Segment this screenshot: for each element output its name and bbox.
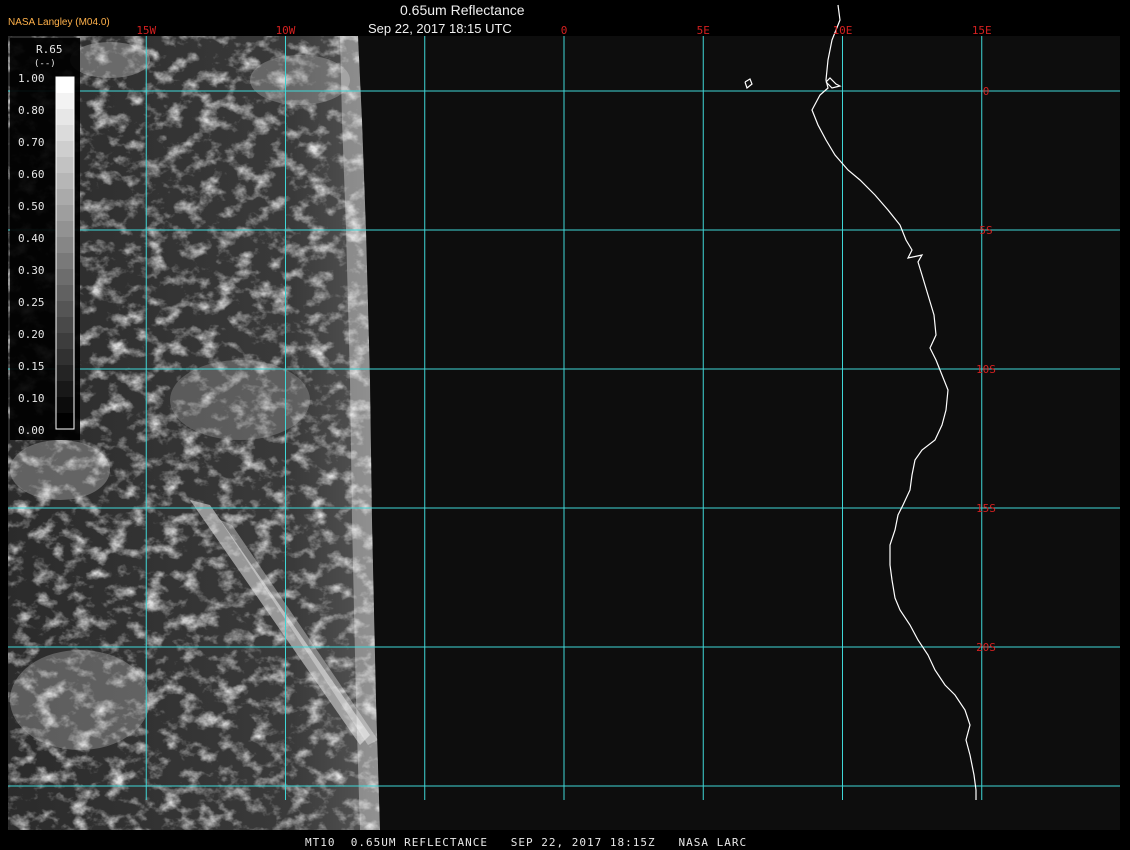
latitude-label: 15S xyxy=(976,502,996,515)
legend-swatch xyxy=(56,365,74,382)
legend-units: (--) xyxy=(34,59,56,69)
longitude-label: 10W xyxy=(276,24,296,37)
latitude-label: 0 xyxy=(983,85,990,98)
legend-swatch xyxy=(56,189,74,206)
latitude-label: 20S xyxy=(976,641,996,654)
legend-swatch xyxy=(56,221,74,238)
agency-label: NASA Langley (M04.0) xyxy=(8,17,110,28)
legend-swatch xyxy=(56,253,74,270)
legend-swatch xyxy=(56,205,74,222)
legend-swatch xyxy=(56,317,74,334)
legend-swatch xyxy=(56,141,74,158)
reflectance-legend: R.65 (--) 1.00 0.80 0.70 0.60 0.50 0.40 0.30 0.… xyxy=(10,38,80,440)
legend-tick-label: 0.60 xyxy=(18,168,45,181)
legend-swatch xyxy=(56,413,74,430)
latitude-label: 10S xyxy=(976,363,996,376)
observation-time: Sep 22, 2017 18:15 UTC xyxy=(368,21,512,36)
legend-swatch xyxy=(56,125,74,142)
legend-color-bar xyxy=(55,76,75,430)
legend-swatch xyxy=(56,109,74,126)
legend-swatch xyxy=(56,173,74,190)
legend-swatch xyxy=(56,77,74,94)
legend-swatch xyxy=(56,381,74,398)
legend-swatch xyxy=(56,237,74,254)
legend-tick-label: 0.25 xyxy=(18,296,45,309)
satellite-map: 15W 10W 0 5E 10E 15E 0 5S 10S 15S 20S R.65 (--) 1.… xyxy=(0,0,1130,850)
legend-swatch xyxy=(56,93,74,110)
legend-tick-label: 0.40 xyxy=(18,232,45,245)
latitude-label: 5S xyxy=(979,224,992,237)
longitude-label: 0 xyxy=(561,24,568,37)
legend-tick-label: 0.00 xyxy=(18,424,45,437)
legend-tick-label: 0.80 xyxy=(18,104,45,117)
longitude-label: 10E xyxy=(833,24,853,37)
legend-swatch xyxy=(56,349,74,366)
product-title: 0.65um Reflectance xyxy=(400,2,525,18)
legend-tick-label: 0.15 xyxy=(18,360,45,373)
legend-swatch xyxy=(56,157,74,174)
legend-tick-label: 0.10 xyxy=(18,392,45,405)
footer-caption: MT10 0.65UM REFLECTANCE SEP 22, 2017 18:… xyxy=(305,836,748,849)
legend-swatch xyxy=(56,301,74,318)
legend-swatch xyxy=(56,269,74,286)
legend-tick-label: 0.30 xyxy=(18,264,45,277)
legend-tick-label: 0.50 xyxy=(18,200,45,213)
longitude-label: 15E xyxy=(972,24,992,37)
legend-swatch xyxy=(56,333,74,350)
longitude-label: 15W xyxy=(136,24,156,37)
longitude-label: 5E xyxy=(697,24,710,37)
legend-tick-label: 0.70 xyxy=(18,136,45,149)
legend-tick-label: 1.00 xyxy=(18,72,45,85)
legend-swatch xyxy=(56,285,74,302)
legend-tick-label: 0.20 xyxy=(18,328,45,341)
legend-swatch xyxy=(56,397,74,414)
legend-label: R.65 xyxy=(36,43,63,56)
